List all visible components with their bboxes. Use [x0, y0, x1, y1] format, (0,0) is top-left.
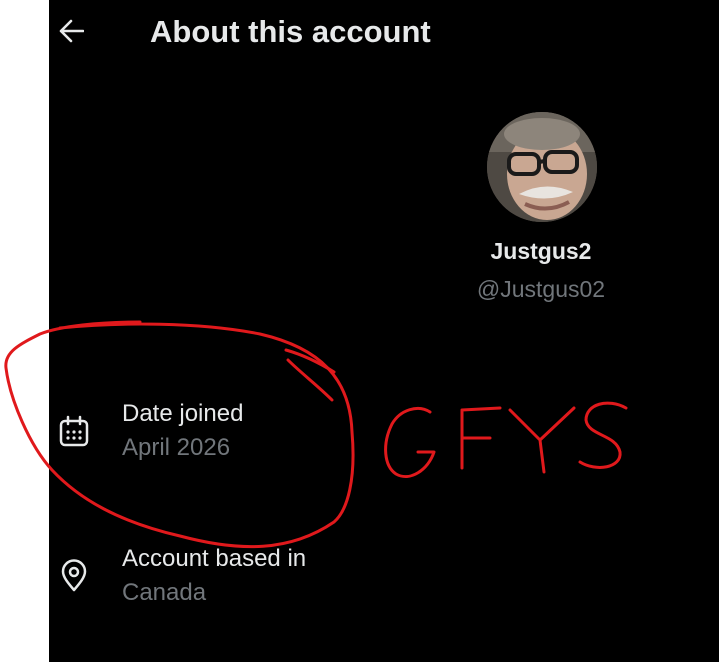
calendar-icon — [57, 415, 91, 449]
display-name: Justgus2 — [490, 238, 592, 264]
page-title: About this account — [150, 14, 431, 49]
back-button[interactable] — [58, 17, 85, 45]
arrow-left-icon — [59, 19, 85, 43]
account-based-in-label: Account based in — [122, 545, 307, 572]
avatar[interactable] — [487, 112, 597, 222]
account-based-in-value: Canada — [122, 579, 207, 606]
profile-photo — [487, 112, 597, 222]
username-handle: @Justgus02 — [476, 276, 606, 302]
location-pin-icon — [57, 559, 91, 593]
date-joined-value: April 2026 — [122, 434, 231, 461]
date-joined-label: Date joined — [122, 400, 244, 427]
